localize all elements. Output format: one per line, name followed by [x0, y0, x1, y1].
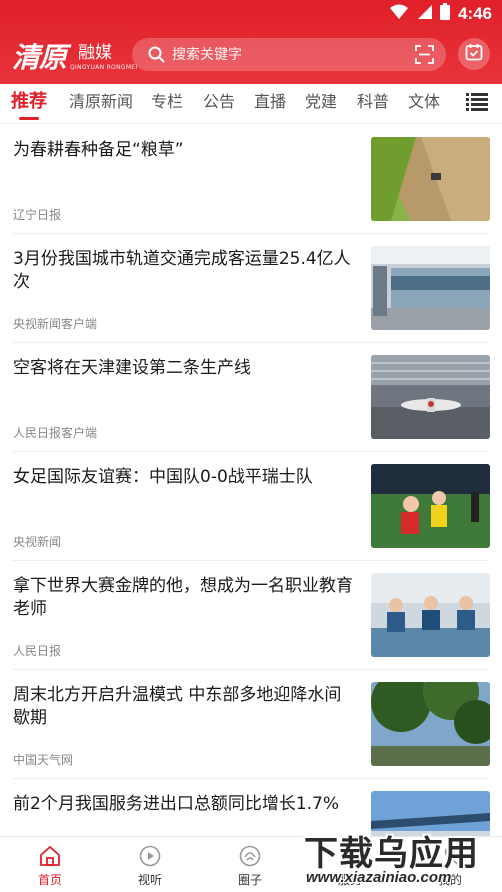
category-tabs: 推荐 清原新闻 专栏 公告 直播 党建 科普 文体 [0, 84, 502, 124]
nav-circle[interactable]: 圈子 [200, 837, 300, 892]
watermark: 下载乌应用 www.xiazainiao.com [300, 824, 502, 892]
search-bar[interactable] [132, 38, 446, 71]
logo-english: QINGYUAN RONGMEI [70, 64, 138, 71]
nav-video[interactable]: 视听 [100, 837, 200, 892]
search-input[interactable] [172, 38, 402, 71]
tab-culture[interactable]: 文体 [408, 88, 440, 112]
tab-recommend[interactable]: 推荐 [11, 87, 47, 113]
news-thumbnail [371, 573, 490, 657]
news-source: 人民日报 [13, 644, 62, 658]
scan-icon[interactable] [415, 45, 434, 68]
tab-announcement[interactable]: 公告 [203, 88, 235, 112]
nav-home[interactable]: 首页 [0, 837, 100, 892]
news-item[interactable]: 3月份我国城市轨道交通完成客运量25.4亿人次 央视新闻客户端 [0, 234, 502, 343]
logo-text: 清原 [12, 41, 67, 74]
news-item[interactable]: 拿下世界大赛金牌的他，想成为一名职业教育老师 人民日报 [0, 561, 502, 670]
news-source: 辽宁日报 [13, 208, 62, 222]
menu-list-icon[interactable] [466, 92, 488, 116]
tab-column[interactable]: 专栏 [151, 88, 183, 112]
status-bar: 4:46 [0, 0, 502, 26]
battery-icon [439, 3, 450, 24]
news-title: 女足国际友谊赛：中国队0-0战平瑞士队 [13, 467, 313, 487]
news-title: 拿下世界大赛金牌的他，想成为一名职业教育老师 [13, 576, 353, 619]
tab-live[interactable]: 直播 [254, 88, 286, 112]
watermark-url: www.xiazainiao.com [306, 869, 452, 886]
nav-label: 视听 [137, 873, 162, 887]
home-icon [39, 845, 61, 871]
news-title: 为春耕春种备足“粮草” [13, 140, 184, 160]
search-icon [148, 46, 165, 67]
news-source: 央视新闻 [13, 535, 62, 549]
news-thumbnail [371, 246, 490, 330]
news-item[interactable]: 为春耕春种备足“粮草” 辽宁日报 [0, 125, 502, 234]
news-item[interactable]: 女足国际友谊赛：中国队0-0战平瑞士队 央视新闻 [0, 452, 502, 561]
news-thumbnail [371, 464, 490, 548]
news-item[interactable]: 空客将在天津建设第二条生产线 人民日报客户端 [0, 343, 502, 452]
wifi-icon [389, 4, 408, 24]
news-source: 人民日报客户端 [13, 426, 98, 440]
news-source: 央视新闻客户端 [13, 317, 98, 331]
nav-label: 圈子 [237, 873, 262, 887]
calendar-check-icon [465, 43, 483, 65]
news-title: 周末北方开启升温模式 中东部多地迎降水间歇期 [13, 685, 342, 728]
news-thumbnail [371, 682, 490, 766]
app-header: 4:46 清原 融媒 QINGYUAN RONGMEI [0, 0, 502, 84]
logo-subtitle: 融媒 [78, 43, 112, 63]
calendar-button[interactable] [458, 38, 490, 70]
signal-icon [416, 4, 432, 24]
news-title: 3月份我国城市轨道交通完成客运量25.4亿人次 [13, 249, 351, 292]
news-title: 空客将在天津建设第二条生产线 [13, 358, 251, 378]
watermark-text: 下载乌应用 [304, 834, 479, 874]
active-tab-indicator [19, 117, 39, 120]
news-item[interactable]: 周末北方开启升温模式 中东部多地迎降水间歇期 中国天气网 [0, 670, 502, 779]
play-icon [139, 845, 161, 871]
nav-label: 首页 [37, 873, 62, 887]
tab-science[interactable]: 科普 [357, 88, 389, 112]
tab-party[interactable]: 党建 [305, 88, 337, 112]
status-time: 4:46 [457, 3, 492, 23]
tab-qingyuan-news[interactable]: 清原新闻 [69, 88, 133, 112]
news-thumbnail [371, 137, 490, 221]
news-source: 中国天气网 [13, 753, 74, 767]
news-title: 前2个月我国服务进出口总额同比增长1.7% [13, 794, 340, 814]
news-thumbnail [371, 355, 490, 439]
circle-icon [239, 845, 261, 871]
